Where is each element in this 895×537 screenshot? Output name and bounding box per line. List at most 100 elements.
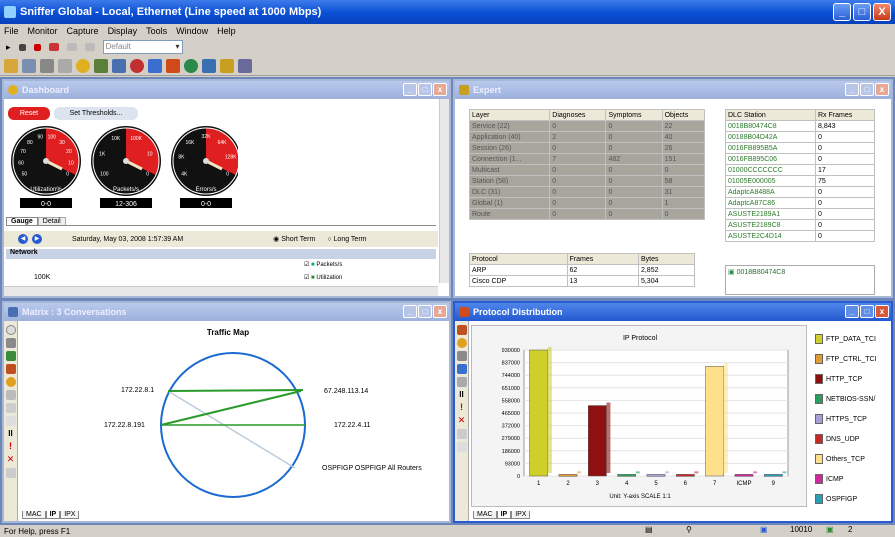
tab-detail[interactable]: Detail (37, 217, 66, 225)
layer-row[interactable]: Global (1) 0 0 1 (468, 197, 706, 209)
binoculars-icon[interactable] (66, 43, 77, 51)
legend-item[interactable]: OSPFIGP (815, 489, 889, 509)
protocol-maximize-button[interactable]: □ (860, 305, 874, 318)
column-header[interactable]: Protocol (469, 253, 568, 265)
legend-item[interactable]: FTP_CTRL_TCI (815, 349, 889, 369)
conversation-line[interactable] (160, 390, 302, 426)
station-row[interactable]: ASUSTE2189A1 0 (725, 208, 875, 220)
layer-row[interactable]: Service (22) 0 0 22 (468, 120, 706, 132)
table-view-icon[interactable] (456, 351, 467, 361)
protocol-close-button[interactable]: x (875, 305, 889, 318)
bar[interactable] (587, 405, 607, 477)
conversation-line[interactable] (167, 390, 296, 469)
save-icon[interactable] (22, 58, 36, 73)
menu-file[interactable]: File (4, 26, 19, 36)
alert-icon[interactable]: ! (460, 402, 463, 412)
delete-icon[interactable]: ✕ (7, 454, 15, 465)
legend-utilization[interactable]: ☑ ■ Utilization (304, 274, 342, 281)
detail-view-icon[interactable] (456, 364, 467, 374)
layer-row[interactable]: DLC (31) 0 0 31 (468, 186, 706, 198)
menu-help[interactable]: Help (217, 26, 236, 36)
alert-icon[interactable]: ! (9, 441, 12, 451)
station-row[interactable]: ASUSTE2189C8 0 (725, 219, 875, 231)
alarm-log-icon[interactable] (202, 58, 216, 73)
detail-view-icon[interactable] (5, 351, 16, 361)
matrix-close-button[interactable]: x (433, 305, 447, 318)
pie-chart-icon[interactable] (5, 377, 16, 387)
tab-gauge[interactable]: Gauge (6, 217, 38, 225)
node-label[interactable]: OSPFIGP OSPFIGP All Routers (322, 465, 422, 472)
column-header[interactable]: Objects (661, 109, 706, 121)
sort-icon[interactable] (5, 468, 16, 478)
station-row[interactable]: 0016FB895B5A 0 (725, 142, 875, 154)
station-row[interactable]: AdaptcA87C86 0 (725, 197, 875, 209)
stop-display-icon[interactable] (48, 43, 59, 51)
layer-row[interactable]: Session (26) 0 0 26 (468, 142, 706, 154)
node-label[interactable]: 172.22.4.11 (334, 422, 371, 429)
filter-icon[interactable] (5, 403, 16, 413)
protocol-distribution-icon[interactable] (166, 58, 180, 73)
bar-chart-icon[interactable] (456, 325, 467, 335)
pause-icon[interactable] (18, 43, 26, 51)
prev-icon[interactable]: ◀ (18, 234, 28, 244)
copy-icon[interactable] (58, 58, 72, 73)
legend-item[interactable]: NETBIOS-SSN/ (815, 389, 889, 409)
global-statistics-icon[interactable] (184, 58, 198, 73)
station-row[interactable]: 0016FB895C06 0 (725, 153, 875, 165)
node-label[interactable]: 172.22.8.191 (104, 422, 145, 429)
filter-profile-select[interactable]: Default (102, 40, 183, 54)
column-header[interactable]: Symptoms (605, 109, 663, 121)
properties-icon[interactable] (5, 416, 16, 426)
history-samples-icon[interactable] (148, 58, 162, 73)
dashboard-icon[interactable] (76, 58, 90, 73)
properties-icon[interactable] (456, 377, 467, 387)
menu-display[interactable]: Display (108, 26, 138, 36)
bar[interactable] (705, 366, 725, 477)
legend-packets[interactable]: ☑ ■ Packets/s (304, 261, 342, 268)
tab-ipx[interactable]: IPX (60, 511, 80, 519)
long-term-radio[interactable]: ○ Long Term (327, 236, 366, 243)
menu-tools[interactable]: Tools (146, 26, 167, 36)
column-header[interactable]: Frames (566, 253, 639, 265)
dashboard-minimize-button[interactable]: _ (403, 83, 417, 96)
dashboard-horizontal-scrollbar[interactable] (4, 286, 438, 296)
expert-minimize-button[interactable]: _ (845, 83, 859, 96)
print-icon[interactable] (40, 58, 54, 73)
set-thresholds-button[interactable]: Set Thresholds... (54, 107, 138, 120)
protocol-row[interactable]: Cisco CDP 13 5,304 (469, 275, 696, 287)
outline-view-icon[interactable] (5, 338, 16, 348)
protocol-row[interactable]: ARP 62 2,852 (469, 264, 696, 276)
matrix-maximize-button[interactable]: □ (418, 305, 432, 318)
station-row[interactable]: 00188B04D42A 0 (725, 131, 875, 143)
dashboard-close-button[interactable]: x (433, 83, 447, 96)
bar[interactable] (646, 474, 666, 477)
filter-icon[interactable] (84, 43, 95, 51)
pause-icon[interactable]: II (8, 429, 12, 438)
station-row[interactable]: 0018B80474C8 8,843 (725, 120, 875, 132)
next-icon[interactable]: ▶ (32, 234, 42, 244)
legend-item[interactable]: Others_TCP (815, 449, 889, 469)
column-header[interactable]: Layer (468, 109, 551, 121)
bar[interactable] (675, 474, 695, 477)
menu-capture[interactable]: Capture (67, 26, 99, 36)
legend-item[interactable]: HTTPS_TCP (815, 409, 889, 429)
minimize-button[interactable]: _ (833, 3, 851, 21)
tab-mac[interactable]: MAC (22, 511, 46, 519)
tab-ip[interactable]: IP (45, 511, 61, 519)
matrix-icon[interactable] (112, 58, 126, 73)
bar-chart-icon[interactable] (5, 364, 16, 374)
legend-item[interactable]: FTP_DATA_TCI (815, 329, 889, 349)
column-header[interactable]: Rx Frames (815, 109, 875, 121)
legend-item[interactable]: DNS_UDP (815, 429, 889, 449)
station-row[interactable]: ASUSTE2C4D14 0 (725, 230, 875, 242)
bar[interactable] (763, 474, 783, 477)
stop-icon[interactable] (33, 43, 41, 51)
tab-ipx[interactable]: IPX (511, 511, 531, 519)
host-table-icon[interactable] (94, 58, 108, 73)
legend-item[interactable]: HTTP_TCP (815, 369, 889, 389)
sort-icon[interactable] (456, 429, 467, 439)
legend-item[interactable]: ICMP (815, 469, 889, 489)
menu-monitor[interactable]: Monitor (28, 26, 58, 36)
column-header[interactable]: Bytes (637, 253, 696, 265)
layer-row[interactable]: Station (58) 0 0 58 (468, 175, 706, 187)
